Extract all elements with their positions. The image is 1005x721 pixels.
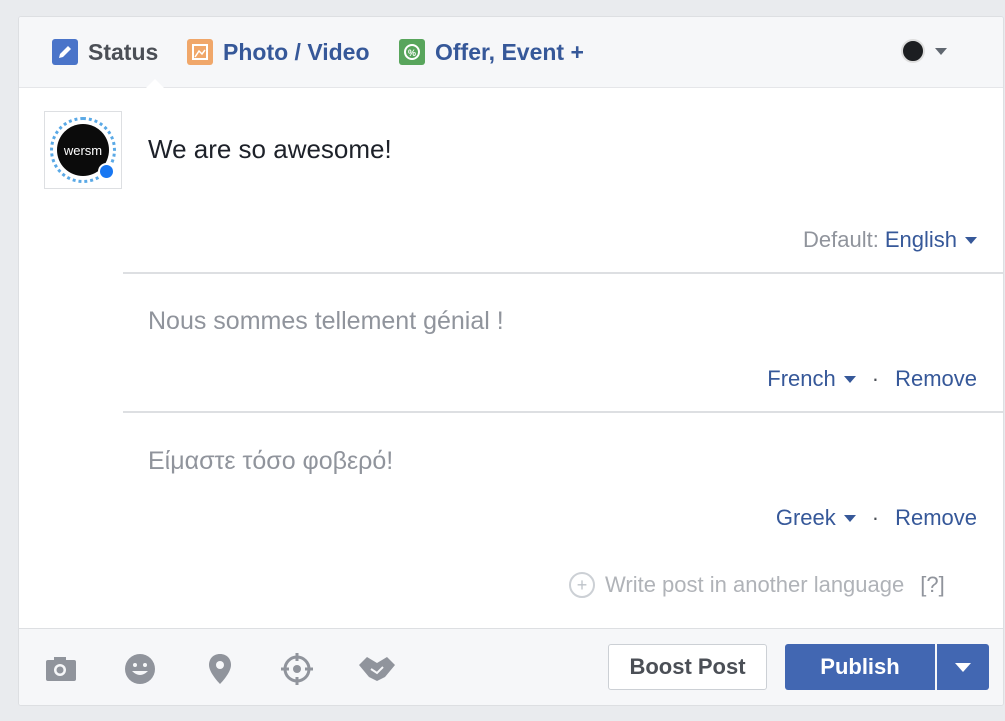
location-pin-icon[interactable] — [202, 651, 238, 687]
page-avatar-icon — [901, 39, 925, 63]
chevron-down-icon — [843, 514, 856, 522]
boost-post-button[interactable]: Boost Post — [608, 644, 767, 690]
emoji-icon[interactable] — [122, 651, 158, 687]
post-text[interactable]: We are so awesome! — [148, 134, 392, 165]
composer-tabs: Status Photo / Video % Offer, Event + — [19, 17, 1003, 88]
verified-badge-icon — [98, 163, 115, 180]
french-language-label: French — [767, 366, 836, 391]
tab-offer-event-label: Offer, Event + — [435, 38, 584, 65]
tab-status-label: Status — [88, 38, 159, 65]
divider — [123, 411, 1003, 413]
separator: · — [871, 505, 880, 530]
default-language-label: English — [884, 227, 957, 252]
composer-card: Status Photo / Video % Offer, Event + we… — [18, 16, 1004, 706]
greek-language-select[interactable]: Greek — [776, 505, 856, 531]
chevron-down-icon — [935, 47, 947, 55]
greek-language-label: Greek — [775, 505, 836, 530]
write-another-label: Write post in another language — [605, 572, 905, 597]
default-label: Default: — [803, 227, 879, 252]
publish-button[interactable]: Publish — [785, 644, 935, 690]
tab-photo-video-label: Photo / Video — [223, 38, 370, 65]
chevron-down-icon — [965, 236, 977, 244]
svg-text:%: % — [408, 48, 416, 58]
separator: · — [871, 366, 880, 391]
french-language-select[interactable]: French — [767, 366, 856, 392]
remove-greek-link[interactable]: Remove — [895, 505, 977, 531]
photo-icon — [187, 39, 213, 65]
avatar: wersm — [44, 111, 122, 189]
pencil-icon — [52, 39, 78, 65]
camera-icon[interactable] — [43, 651, 79, 687]
divider — [123, 272, 1003, 274]
remove-french-link[interactable]: Remove — [895, 366, 977, 392]
target-icon[interactable] — [279, 651, 315, 687]
chevron-down-icon — [843, 375, 856, 383]
publish-options-button[interactable] — [937, 644, 989, 690]
plus-circle-icon: + — [569, 572, 595, 598]
offer-icon: % — [399, 39, 425, 65]
translation-text-greek[interactable]: Είμαστε τόσο φοβερό! — [148, 447, 393, 476]
active-tab-pointer — [146, 79, 164, 88]
greek-language-row: Greek · Remove — [776, 505, 977, 531]
audience-selector[interactable] — [901, 39, 947, 63]
french-language-row: French · Remove — [767, 366, 977, 392]
translation-text-french[interactable]: Nous sommes tellement génial ! — [148, 307, 504, 336]
help-link[interactable]: [?] — [920, 572, 944, 598]
tab-status[interactable]: Status — [52, 37, 158, 67]
write-another-language[interactable]: + Write post in another language [?] — [569, 572, 945, 598]
tab-photo-video[interactable]: Photo / Video — [187, 37, 370, 67]
handshake-icon[interactable] — [357, 651, 395, 687]
composer-footer: Boost Post Publish — [19, 628, 1003, 705]
tab-offer-event[interactable]: % Offer, Event + — [399, 37, 584, 67]
default-language-row: Default: English — [803, 227, 977, 253]
default-language-select[interactable]: English — [885, 227, 977, 253]
chevron-down-icon — [955, 662, 971, 672]
